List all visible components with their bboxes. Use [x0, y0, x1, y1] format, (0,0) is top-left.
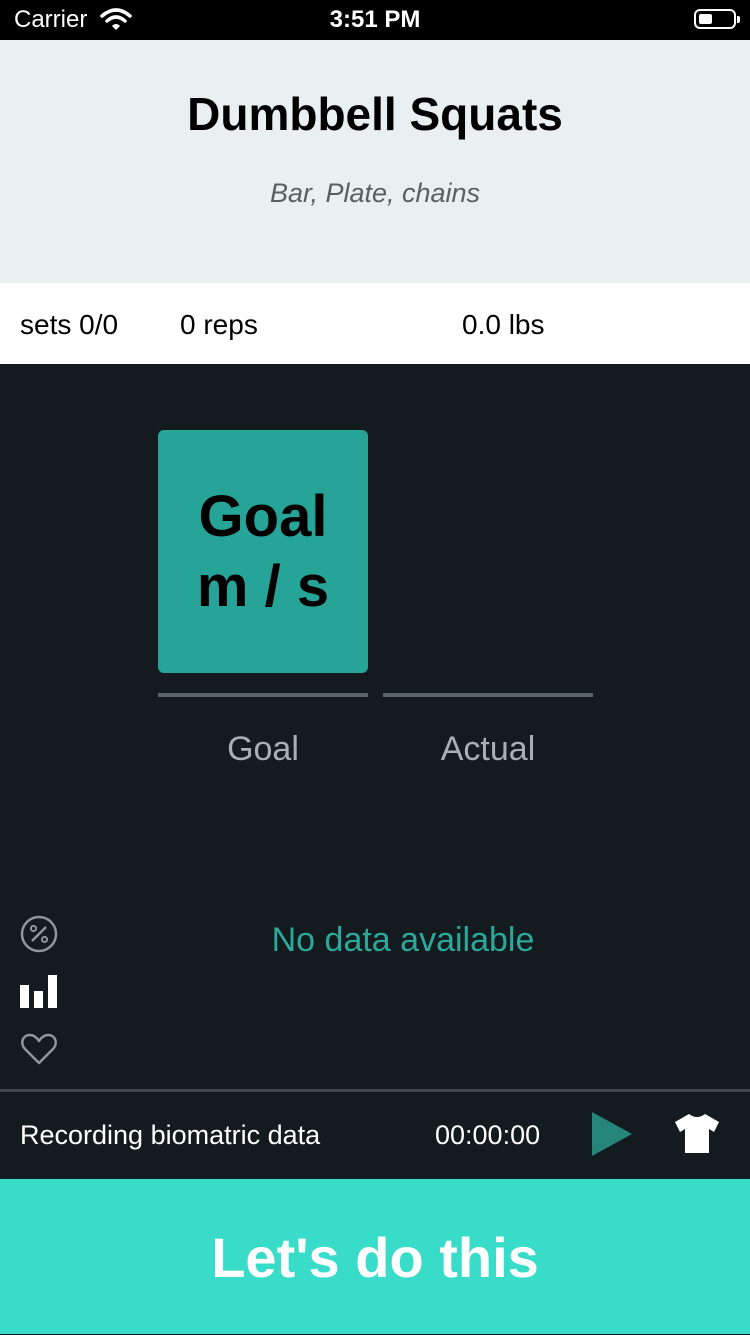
- goal-card[interactable]: Goal m / s: [158, 430, 368, 673]
- tab-actual[interactable]: Actual: [383, 730, 593, 769]
- play-icon[interactable]: [590, 1110, 634, 1158]
- start-workout-button[interactable]: Let's do this: [0, 1179, 750, 1334]
- weight-value: 0.0 lbs: [462, 309, 545, 340]
- stats-row: sets 0/0 0 reps 0.0 lbs: [0, 283, 750, 364]
- status-bar: Carrier 3:51 PM: [0, 0, 750, 40]
- equipment-subtitle: Bar, Plate, chains: [269, 178, 481, 208]
- goal-card-unit: m / s: [196, 553, 330, 619]
- reps-count: 0 reps: [180, 309, 258, 340]
- velocity-panel: Goal m / s Goal Actual No data available: [0, 364, 750, 1089]
- exercise-title: Dumbbell Squats: [187, 88, 563, 140]
- bar-chart-icon[interactable]: [20, 973, 58, 1011]
- goal-tab-underline: [158, 693, 368, 697]
- tab-goal[interactable]: Goal: [158, 730, 368, 769]
- recording-timer: 00:00:00: [435, 1120, 541, 1150]
- exercise-header: Dumbbell Squats Bar, Plate, chains: [0, 40, 750, 283]
- no-data-message: No data available: [271, 921, 535, 959]
- goal-card-title: Goal: [198, 483, 328, 549]
- shirt-icon[interactable]: [674, 1110, 720, 1156]
- actual-tab-underline: [383, 693, 593, 697]
- percent-icon[interactable]: [20, 915, 58, 953]
- battery-icon: [694, 9, 740, 29]
- recording-label: Recording biomatric data: [20, 1120, 321, 1150]
- status-time: 3:51 PM: [329, 6, 421, 33]
- heart-icon[interactable]: [20, 1030, 58, 1068]
- sets-count: sets 0/0: [20, 309, 119, 340]
- recording-bar: Recording biomatric data 00:00:00: [0, 1092, 750, 1179]
